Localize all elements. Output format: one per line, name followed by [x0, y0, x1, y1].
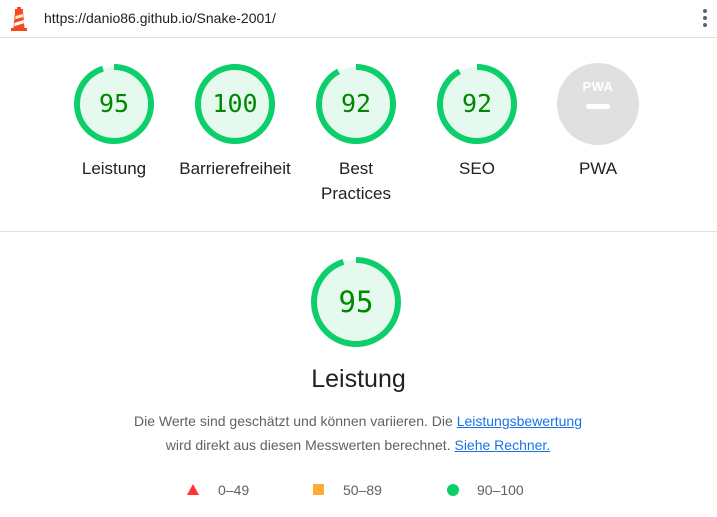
- score-ring: 92: [315, 63, 397, 145]
- performance-description: Die Werte sind geschätzt und können vari…: [58, 409, 658, 457]
- report-header: https://danio86.github.io/Snake-2001/: [0, 0, 717, 38]
- score-value: 92: [340, 89, 372, 118]
- score-scale-legend: 0–49 50–89 90–100: [0, 481, 717, 501]
- red-triangle-icon: [187, 484, 199, 495]
- gauge-label: SEO: [459, 159, 495, 178]
- legend-range: 0–49: [218, 482, 250, 498]
- performance-score-link[interactable]: Leistungsbewertung: [457, 413, 582, 429]
- category-gauges: 95 Leistung 100 Barrierefreiheit 92 Best…: [0, 38, 717, 232]
- gauge-label: PWA: [578, 159, 618, 178]
- green-circle-icon: [447, 484, 459, 496]
- gauge-label: Barrierefreiheit: [179, 159, 291, 178]
- gauge-label: Leistung: [81, 159, 147, 178]
- score-value: 92: [461, 89, 493, 118]
- gauge-seo[interactable]: 92 SEO: [412, 63, 542, 181]
- desc-text: Die Werte sind geschätzt und können vari…: [133, 413, 457, 429]
- orange-square-icon: [313, 484, 324, 495]
- gauge-performance[interactable]: 95 Leistung: [49, 63, 179, 181]
- gauge-label: Best Practices: [321, 159, 391, 203]
- performance-score-value: 95: [338, 285, 374, 319]
- score-value: 95: [98, 89, 130, 118]
- score-value: 100: [212, 89, 258, 118]
- report-url: https://danio86.github.io/Snake-2001/: [44, 10, 276, 26]
- gauge-pwa[interactable]: PWA PWA: [533, 63, 663, 181]
- legend-range: 50–89: [343, 482, 382, 498]
- legend-range: 90–100: [477, 482, 524, 498]
- performance-title: Leistung: [311, 365, 406, 393]
- performance-section: 95 Leistung Die Werte sind geschätzt und…: [0, 233, 717, 517]
- calculator-link[interactable]: Siehe Rechner.: [454, 437, 550, 453]
- more-vertical-icon[interactable]: [699, 6, 711, 32]
- score-ring: 95: [73, 63, 155, 145]
- pwa-badge-text: PWA: [582, 79, 614, 94]
- score-ring: 100: [194, 63, 276, 145]
- gauge-best-practices[interactable]: 92 Best Practices: [291, 63, 421, 206]
- lighthouse-icon: [11, 7, 27, 31]
- gauge-accessibility[interactable]: 100 Barrierefreiheit: [170, 63, 300, 181]
- desc-text: wird direkt aus diesen Messwerten berech…: [165, 437, 455, 453]
- score-ring: 92: [436, 63, 518, 145]
- performance-score-ring: 95: [310, 256, 402, 348]
- pwa-badge-icon: PWA: [557, 63, 639, 145]
